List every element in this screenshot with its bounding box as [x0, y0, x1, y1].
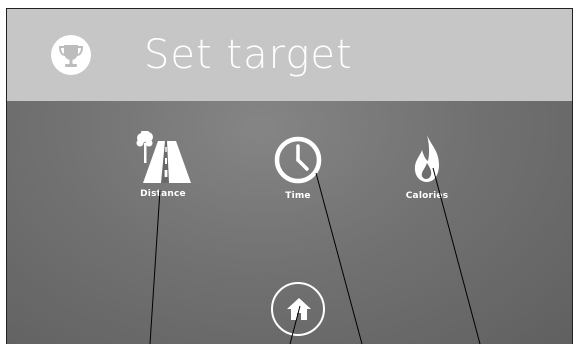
- time-option[interactable]: Time: [248, 135, 348, 201]
- header-bar: Set target: [7, 9, 572, 101]
- trophy-icon: [58, 45, 84, 67]
- trophy-badge: [51, 35, 91, 75]
- calories-label: Calories: [405, 191, 449, 201]
- clock-icon: [274, 136, 322, 184]
- distance-option[interactable]: Distance: [113, 131, 213, 199]
- home-button[interactable]: [271, 282, 325, 336]
- distance-label: Distance: [140, 189, 186, 199]
- home-icon: [287, 298, 311, 320]
- calories-option[interactable]: Calories: [377, 133, 477, 201]
- time-label: Time: [285, 191, 311, 201]
- flame-icon: [414, 135, 439, 182]
- road-tree-icon: [136, 131, 191, 183]
- set-target-screen: Set target Distance Time Calories: [6, 8, 573, 344]
- page-title: Set target: [144, 32, 353, 78]
